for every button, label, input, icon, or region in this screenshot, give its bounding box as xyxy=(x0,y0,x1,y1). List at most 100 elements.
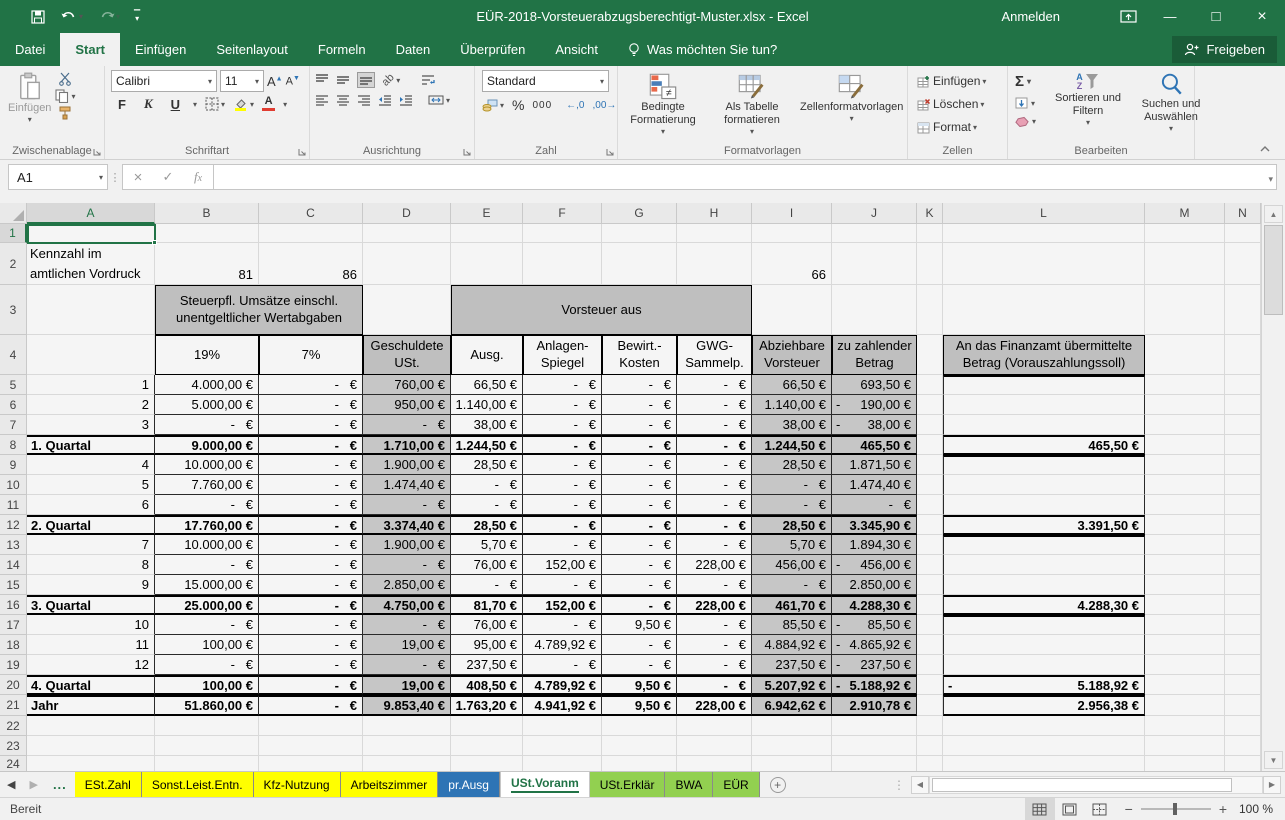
cell-B12[interactable]: 17.760,00 € xyxy=(155,515,259,535)
cell-I3[interactable] xyxy=(752,285,832,335)
cell-B3[interactable]: Steuerpfl. Umsätze einschl. unentgeltlic… xyxy=(155,285,363,335)
cell-J18[interactable]: -4.865,92 € xyxy=(832,635,917,655)
cell-A7[interactable]: 3 xyxy=(27,415,155,435)
cell-H20[interactable]: - € xyxy=(677,675,752,695)
cell-K10[interactable] xyxy=(917,475,943,495)
cell-G18[interactable]: - € xyxy=(602,635,677,655)
column-header-J[interactable]: J xyxy=(832,203,917,224)
row-header-1[interactable]: 1 xyxy=(0,224,27,243)
cell-L10[interactable] xyxy=(943,475,1145,495)
cell-H10[interactable]: - € xyxy=(677,475,752,495)
row-header-17[interactable]: 17 xyxy=(0,615,27,635)
cell-N14[interactable] xyxy=(1225,555,1261,575)
cell-F24[interactable] xyxy=(523,756,602,771)
cell-I5[interactable]: 66,50 € xyxy=(752,375,832,395)
cell-I13[interactable]: 5,70 € xyxy=(752,535,832,555)
increase-font-icon[interactable]: A▲ xyxy=(267,74,283,89)
name-box-dropdown-arrow[interactable]: ▾ xyxy=(99,173,103,182)
cell-N4[interactable] xyxy=(1225,335,1261,375)
cell-C20[interactable]: - € xyxy=(259,675,363,695)
expand-formula-bar-icon[interactable]: ▾ xyxy=(1268,174,1273,185)
cell-M12[interactable] xyxy=(1145,515,1225,535)
cell-B20[interactable]: 100,00 € xyxy=(155,675,259,695)
cell-B10[interactable]: 7.760,00 € xyxy=(155,475,259,495)
cell-E23[interactable] xyxy=(451,736,523,756)
cell-L1[interactable] xyxy=(943,224,1145,243)
cell-H2[interactable] xyxy=(677,243,752,285)
cell-B5[interactable]: 4.000,00 € xyxy=(155,375,259,395)
cell-G9[interactable]: - € xyxy=(602,455,677,475)
cell-B6[interactable]: 5.000,00 € xyxy=(155,395,259,415)
cell-A1[interactable] xyxy=(27,224,155,243)
align-bottom-icon[interactable] xyxy=(357,72,375,88)
cell-N13[interactable] xyxy=(1225,535,1261,555)
font-color-icon[interactable]: A xyxy=(262,97,275,111)
cell-H19[interactable]: - € xyxy=(677,655,752,675)
cell-A17[interactable]: 10 xyxy=(27,615,155,635)
cell-N8[interactable] xyxy=(1225,435,1261,455)
column-header-B[interactable]: B xyxy=(155,203,259,224)
cell-L22[interactable] xyxy=(943,716,1145,736)
cell-F18[interactable]: 4.789,92 € xyxy=(523,635,602,655)
cell-H13[interactable]: - € xyxy=(677,535,752,555)
cell-L24[interactable] xyxy=(943,756,1145,771)
increase-indent-icon[interactable] xyxy=(399,94,413,106)
cell-B21[interactable]: 51.860,00 € xyxy=(155,695,259,716)
cell-E9[interactable]: 28,50 € xyxy=(451,455,523,475)
cell-A20[interactable]: 4. Quartal xyxy=(27,675,155,695)
row-header-18[interactable]: 18 xyxy=(0,635,27,655)
select-all-button[interactable] xyxy=(0,203,27,224)
cell-D9[interactable]: 1.900,00 € xyxy=(363,455,451,475)
cell-B19[interactable]: - € xyxy=(155,655,259,675)
cell-G20[interactable]: 9,50 € xyxy=(602,675,677,695)
scroll-up-arrow[interactable]: ▲ xyxy=(1264,205,1283,223)
cell-N9[interactable] xyxy=(1225,455,1261,475)
cell-B16[interactable]: 25.000,00 € xyxy=(155,595,259,615)
column-header-H[interactable]: H xyxy=(677,203,752,224)
cell-N7[interactable] xyxy=(1225,415,1261,435)
column-header-A[interactable]: A xyxy=(27,203,155,224)
cell-I4[interactable]: Abziehbare Vorsteuer xyxy=(752,335,832,375)
cell-G1[interactable] xyxy=(602,224,677,243)
borders-icon[interactable]: ▾ xyxy=(205,97,225,111)
align-left-icon[interactable] xyxy=(315,94,329,106)
cell-M4[interactable] xyxy=(1145,335,1225,375)
cell-F1[interactable] xyxy=(523,224,602,243)
cell-L23[interactable] xyxy=(943,736,1145,756)
cell-J24[interactable] xyxy=(832,756,917,771)
cell-J15[interactable]: 2.850,00 € xyxy=(832,575,917,595)
row-header-6[interactable]: 6 xyxy=(0,395,27,415)
row-header-19[interactable]: 19 xyxy=(0,655,27,675)
cell-I16[interactable]: 461,70 € xyxy=(752,595,832,615)
cell-D6[interactable]: 950,00 € xyxy=(363,395,451,415)
zoom-out-icon[interactable]: − xyxy=(1125,801,1133,817)
ribbon-tab-ansicht[interactable]: Ansicht xyxy=(540,33,613,66)
cell-J10[interactable]: 1.474,40 € xyxy=(832,475,917,495)
cell-A11[interactable]: 6 xyxy=(27,495,155,515)
cell-E4[interactable]: Ausg. xyxy=(451,335,523,375)
cell-J13[interactable]: 1.894,30 € xyxy=(832,535,917,555)
cell-B15[interactable]: 15.000,00 € xyxy=(155,575,259,595)
cell-B7[interactable]: - € xyxy=(155,415,259,435)
cell-C19[interactable]: - € xyxy=(259,655,363,675)
cell-J4[interactable]: zu zahlender Betrag xyxy=(832,335,917,375)
cell-E24[interactable] xyxy=(451,756,523,771)
sheet-tab-USt.Voranm[interactable]: USt.Voranm xyxy=(500,772,590,797)
cell-K9[interactable] xyxy=(917,455,943,475)
zoom-slider[interactable] xyxy=(1141,808,1211,810)
cell-E3[interactable]: Vorsteuer aus xyxy=(451,285,752,335)
cell-H14[interactable]: 228,00 € xyxy=(677,555,752,575)
row-header-15[interactable]: 15 xyxy=(0,575,27,595)
increase-decimal-icon[interactable]: ←,0 xyxy=(566,100,584,111)
cell-L3[interactable] xyxy=(943,285,1145,335)
row-header-7[interactable]: 7 xyxy=(0,415,27,435)
cell-N20[interactable] xyxy=(1225,675,1261,695)
cell-I2[interactable]: 66 xyxy=(752,243,832,285)
cell-C11[interactable]: - € xyxy=(259,495,363,515)
cell-J9[interactable]: 1.871,50 € xyxy=(832,455,917,475)
cell-B24[interactable] xyxy=(155,756,259,771)
cell-C15[interactable]: - € xyxy=(259,575,363,595)
cell-N12[interactable] xyxy=(1225,515,1261,535)
cell-A2[interactable]: Kennzahl im amtlichen Vordruck xyxy=(27,243,155,285)
cell-C5[interactable]: - € xyxy=(259,375,363,395)
